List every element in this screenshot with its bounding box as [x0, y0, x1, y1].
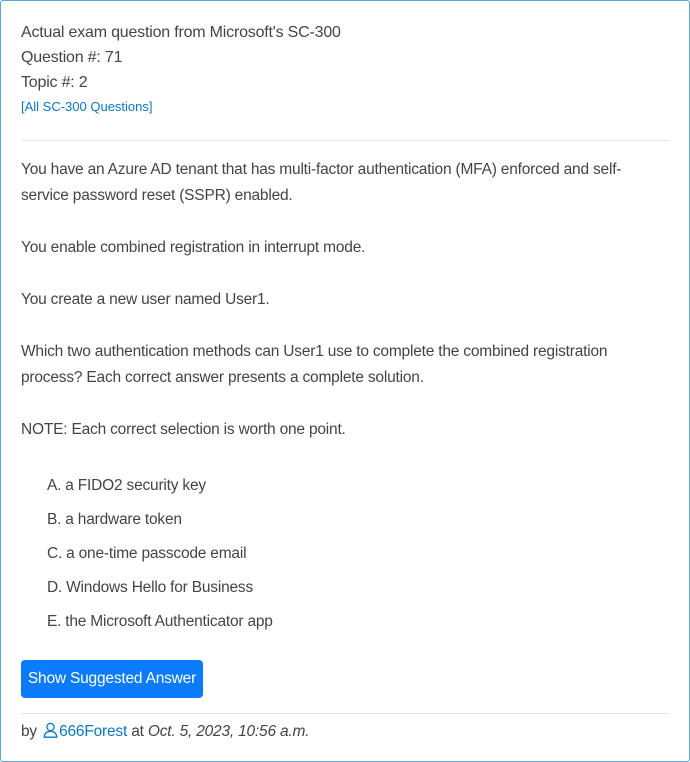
footer-divider [21, 713, 669, 714]
show-suggested-answer-button[interactable]: Show Suggested Answer [21, 660, 203, 698]
question-paragraph: You create a new user named User1. [21, 291, 270, 308]
header-divider [21, 140, 669, 141]
question-paragraph: You enable combined registration in inte… [21, 239, 366, 256]
author-username[interactable]: 666Forest [59, 723, 127, 740]
choice-text: a hardware token [65, 511, 182, 528]
choice-text: Windows Hello for Business [66, 579, 254, 596]
question-paragraph: Which two authentication methods can Use… [21, 343, 608, 386]
choice-letter: C. [47, 545, 63, 562]
user-icon [43, 721, 58, 747]
post-date: Oct. 5, 2023, 10:56 a.m. [147, 723, 310, 740]
choice-letter: E. [47, 613, 62, 630]
choice-e[interactable]: E. the Microsoft Authenticator app [47, 609, 647, 643]
choice-text: a FIDO2 security key [65, 477, 206, 494]
choice-c[interactable]: C. a one-time passcode email [47, 541, 647, 575]
choice-text: a one-time passcode email [66, 545, 247, 562]
choice-letter: D. [47, 579, 63, 596]
exam-title: Actual exam question from Microsoft's SC… [21, 24, 341, 41]
all-questions-link[interactable]: [All SC-300 Questions] [21, 98, 153, 116]
choice-a[interactable]: A. a FIDO2 security key [47, 473, 647, 507]
choice-text: the Microsoft Authenticator app [65, 613, 273, 630]
at-label: at [131, 723, 144, 740]
question-paragraph: You have an Azure AD tenant that has mul… [21, 161, 622, 204]
choice-letter: B. [47, 511, 62, 528]
question-number: Question #: 71 [21, 49, 123, 66]
question-note: NOTE: Each correct selection is worth on… [21, 421, 346, 438]
question-header: Actual exam question from Microsoft's SC… [21, 20, 669, 116]
by-label: by [21, 723, 37, 740]
question-card: Actual exam question from Microsoft's SC… [0, 0, 690, 762]
topic-number: Topic #: 2 [21, 74, 88, 91]
answer-choices: A. a FIDO2 security key B. a hardware toke… [47, 473, 647, 643]
question-body: You have an Azure AD tenant that has mul… [21, 157, 661, 443]
choice-b[interactable]: B. a hardware token [47, 507, 647, 541]
choice-d[interactable]: D. Windows Hello for Business [47, 575, 647, 609]
post-footer: by 666Forest at Oct. 5, 2023, 10:56 a.m. [21, 719, 310, 747]
choice-letter: A. [47, 477, 62, 494]
